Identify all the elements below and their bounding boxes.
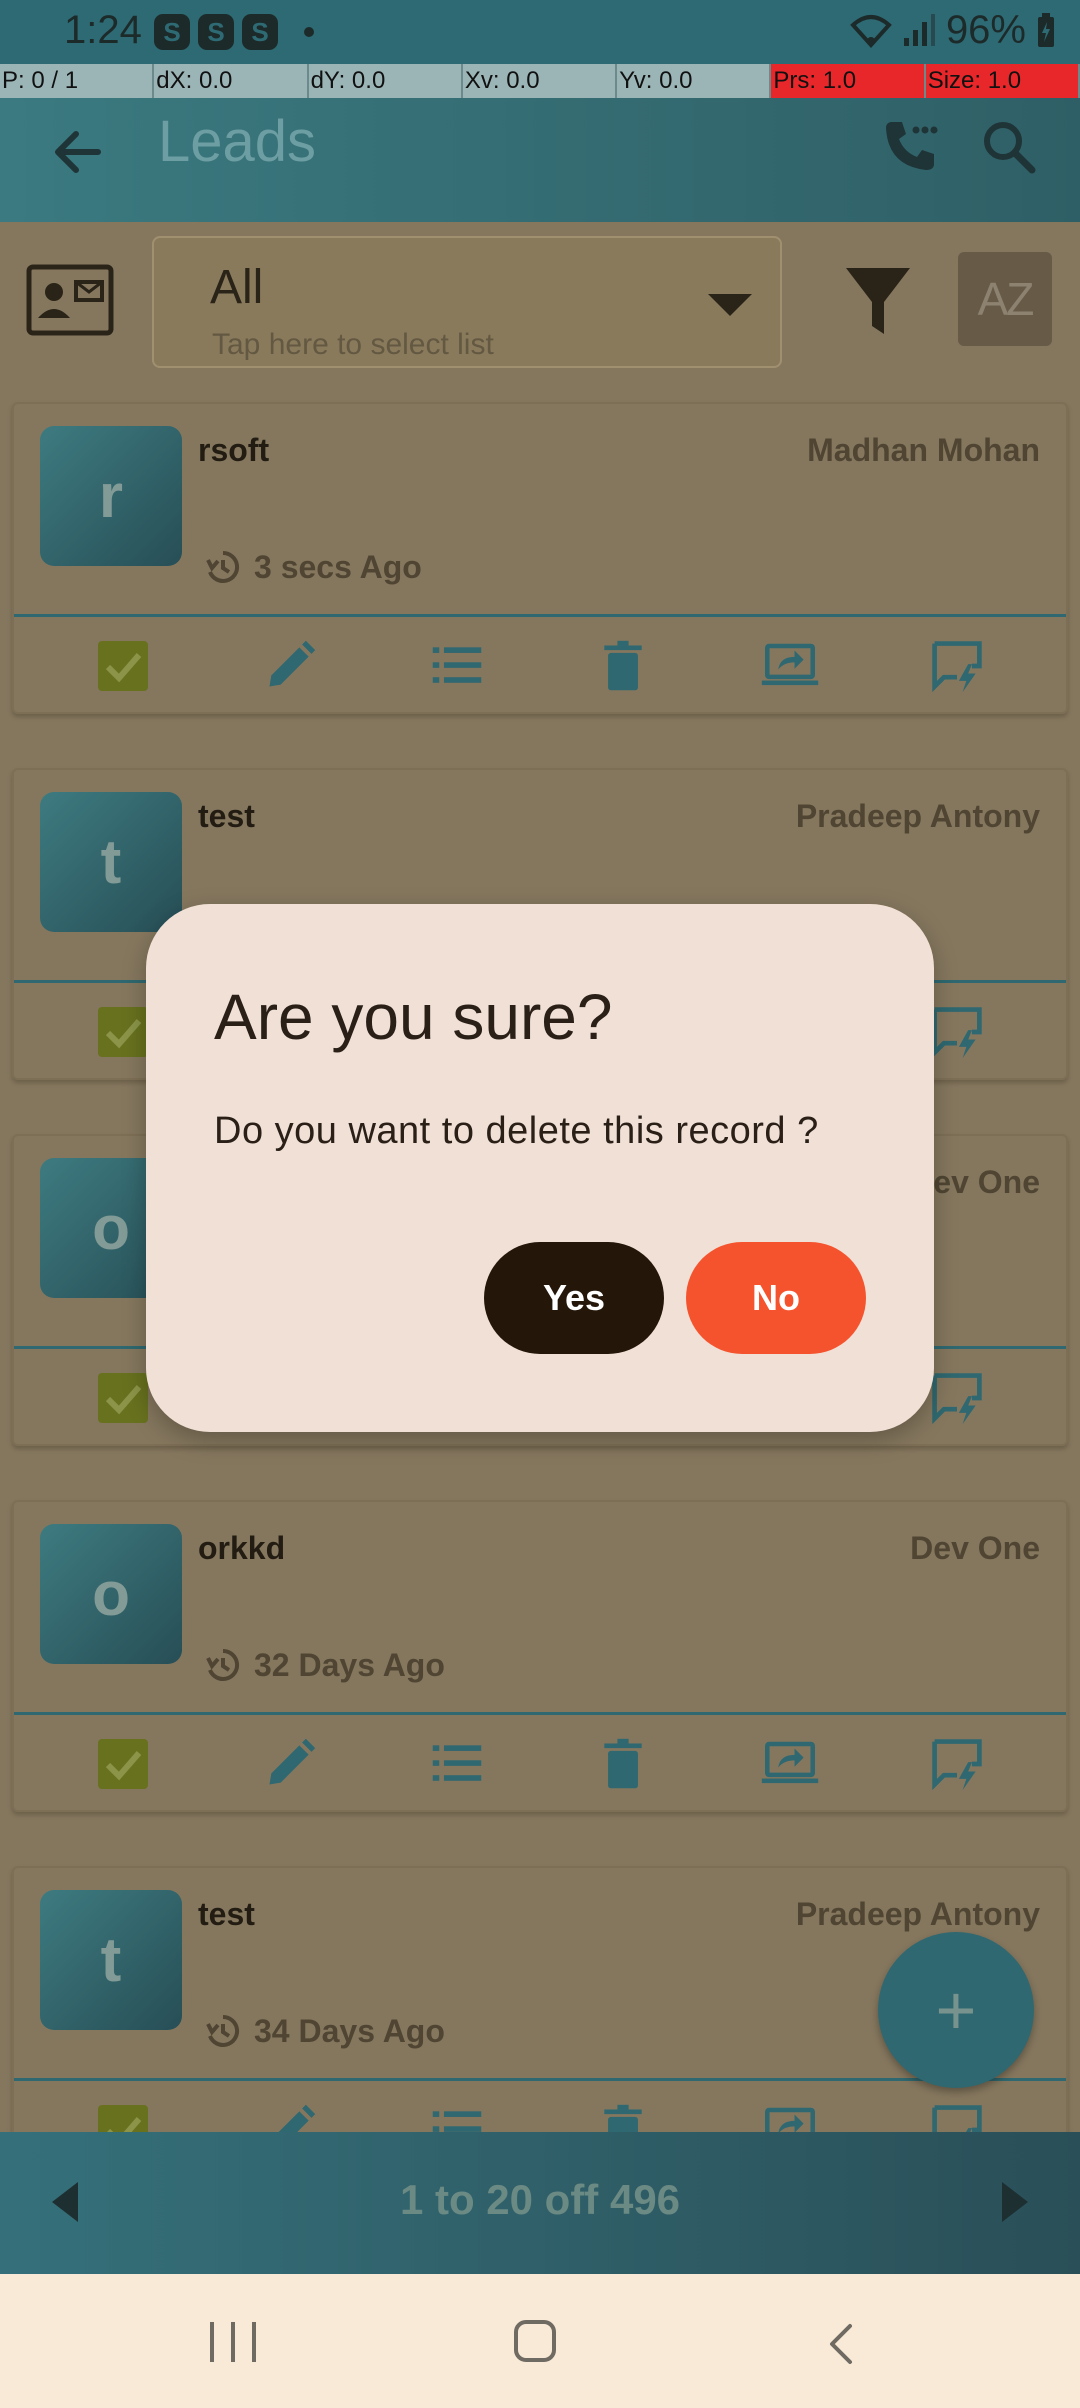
dialog-message: Do you want to delete this record ? xyxy=(214,1110,819,1152)
no-button[interactable]: No xyxy=(686,1242,866,1354)
delete-confirm-dialog: Are you sure? Do you want to delete this… xyxy=(146,904,934,1432)
system-back-icon[interactable] xyxy=(826,2322,854,2366)
home-icon[interactable] xyxy=(514,2320,556,2362)
recent-apps-icon[interactable] xyxy=(210,2322,256,2362)
dialog-title: Are you sure? xyxy=(214,981,613,1053)
yes-button[interactable]: Yes xyxy=(484,1242,664,1354)
system-navigation-bar xyxy=(0,2274,1080,2408)
